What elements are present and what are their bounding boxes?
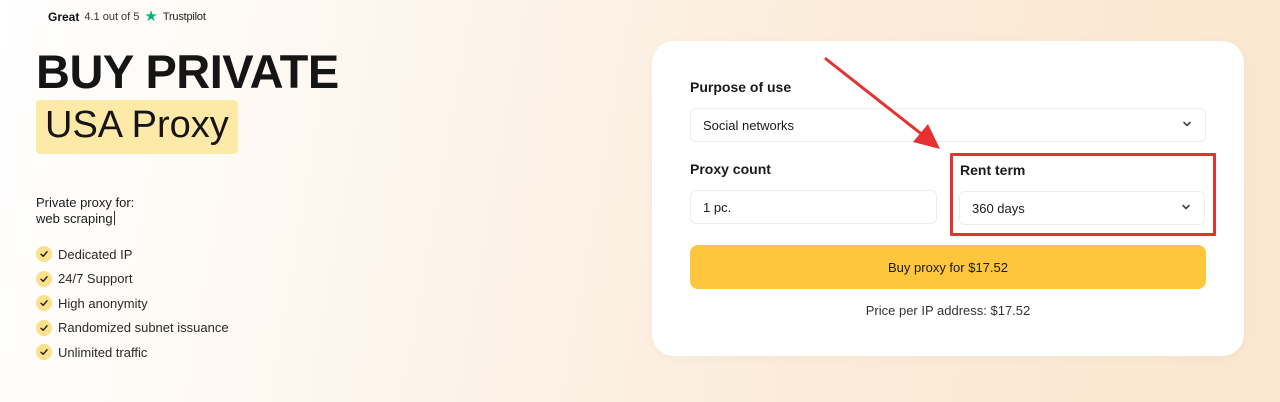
- buy-proxy-button[interactable]: Buy proxy for $17.52: [690, 245, 1206, 289]
- rating-score: 4.1 out of 5: [84, 10, 140, 23]
- price-per-ip-note: Price per IP address: $17.52: [865, 303, 1031, 318]
- proxy-count-label: Proxy count: [690, 161, 771, 177]
- feature-label: High anonymity: [58, 295, 148, 311]
- feature-item: Unlimited traffic: [36, 340, 229, 365]
- check-icon: [36, 270, 52, 287]
- chevron-down-icon: [1180, 201, 1192, 216]
- feature-label: Unlimited traffic: [58, 344, 148, 360]
- feature-label: Dedicated IP: [58, 246, 133, 262]
- check-icon: [36, 344, 52, 361]
- text-cursor: [113, 211, 115, 225]
- feature-item: Dedicated IP: [36, 242, 229, 267]
- feature-item: High anonymity: [36, 291, 229, 316]
- trustpilot-rating: Great 4.1 out of 5 ★ Trustpilot: [48, 9, 206, 24]
- feature-label: 24/7 Support: [58, 271, 133, 287]
- rent-term-label: Rent term: [960, 162, 1026, 178]
- feature-list: Dedicated IP 24/7 Support High anonymity…: [36, 242, 229, 365]
- purpose-of-use-select[interactable]: Social networks: [690, 108, 1206, 142]
- order-form-card: Purpose of use Social networks Proxy cou…: [652, 41, 1244, 356]
- check-icon: [36, 246, 52, 263]
- proxy-count-input[interactable]: [690, 190, 937, 224]
- check-icon: [36, 295, 52, 312]
- purpose-blurb-label: Private proxy for:: [36, 195, 135, 210]
- feature-item: 24/7 Support: [36, 267, 229, 292]
- feature-item: Randomized subnet issuance: [36, 316, 229, 341]
- trustpilot-brand: Trustpilot: [162, 10, 206, 23]
- page-title: BUY PRIVATE: [36, 45, 339, 98]
- check-icon: [36, 319, 52, 336]
- rent-term-value: 360 days: [972, 200, 1025, 216]
- purpose-blurb-value: web scraping: [36, 211, 113, 226]
- feature-label: Randomized subnet issuance: [58, 320, 229, 336]
- trustpilot-star-icon: ★: [144, 8, 158, 25]
- purpose-of-use-value: Social networks: [703, 117, 795, 133]
- chevron-down-icon: [1181, 118, 1193, 133]
- rating-label: Great: [48, 9, 80, 24]
- proxy-count-field[interactable]: [703, 199, 924, 215]
- purpose-of-use-label: Purpose of use: [690, 79, 792, 95]
- purpose-blurb-typed: web scraping: [36, 211, 115, 227]
- rent-term-select[interactable]: 360 days: [959, 191, 1205, 225]
- page-subtitle: USA Proxy: [36, 100, 238, 154]
